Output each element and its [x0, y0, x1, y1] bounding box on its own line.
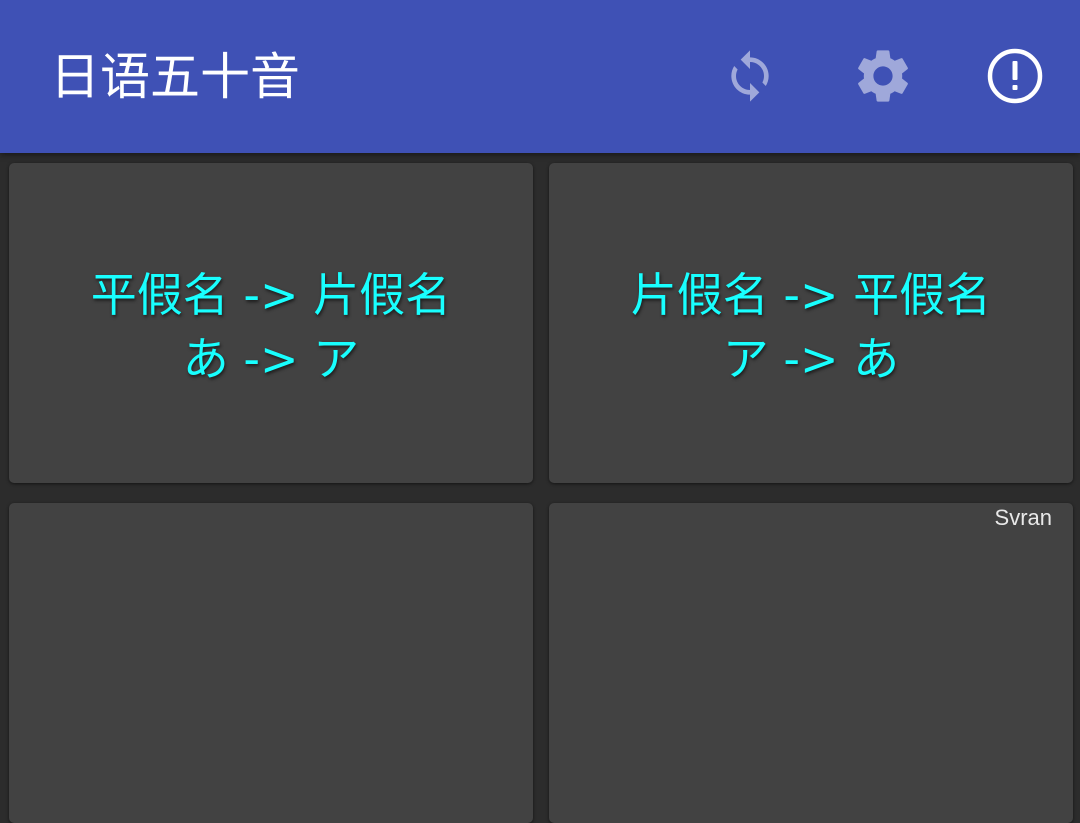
mode-grid: 平假名 -> 片假名 あ -> ア 片假名 -> 平假名 ア -> あ — [0, 153, 1080, 823]
about-button[interactable] — [983, 44, 1047, 108]
card-example: あ -> ア — [182, 332, 360, 386]
mode-card-3[interactable] — [9, 503, 533, 823]
app-title: 日语五十音 — [50, 48, 300, 106]
card-label: 平假名 -> 片假名 あ -> ア — [9, 263, 533, 391]
watermark-label: Svran — [994, 505, 1052, 530]
info-icon — [987, 48, 1043, 104]
card-title: 片假名 -> 平假名 — [630, 268, 992, 322]
mode-card-4[interactable] — [549, 503, 1073, 823]
sync-icon — [731, 50, 769, 102]
card-example: ア -> あ — [722, 332, 900, 386]
sync-button[interactable] — [718, 44, 782, 108]
gear-icon — [858, 50, 908, 102]
katakana-to-hiragana-card[interactable]: 片假名 -> 平假名 ア -> あ — [549, 163, 1073, 483]
settings-button[interactable] — [851, 44, 915, 108]
hiragana-to-katakana-card[interactable]: 平假名 -> 片假名 あ -> ア — [9, 163, 533, 483]
card-label: 片假名 -> 平假名 ア -> あ — [549, 263, 1073, 391]
app-bar: 日语五十音 — [0, 0, 1080, 153]
card-title: 平假名 -> 片假名 — [90, 268, 452, 322]
